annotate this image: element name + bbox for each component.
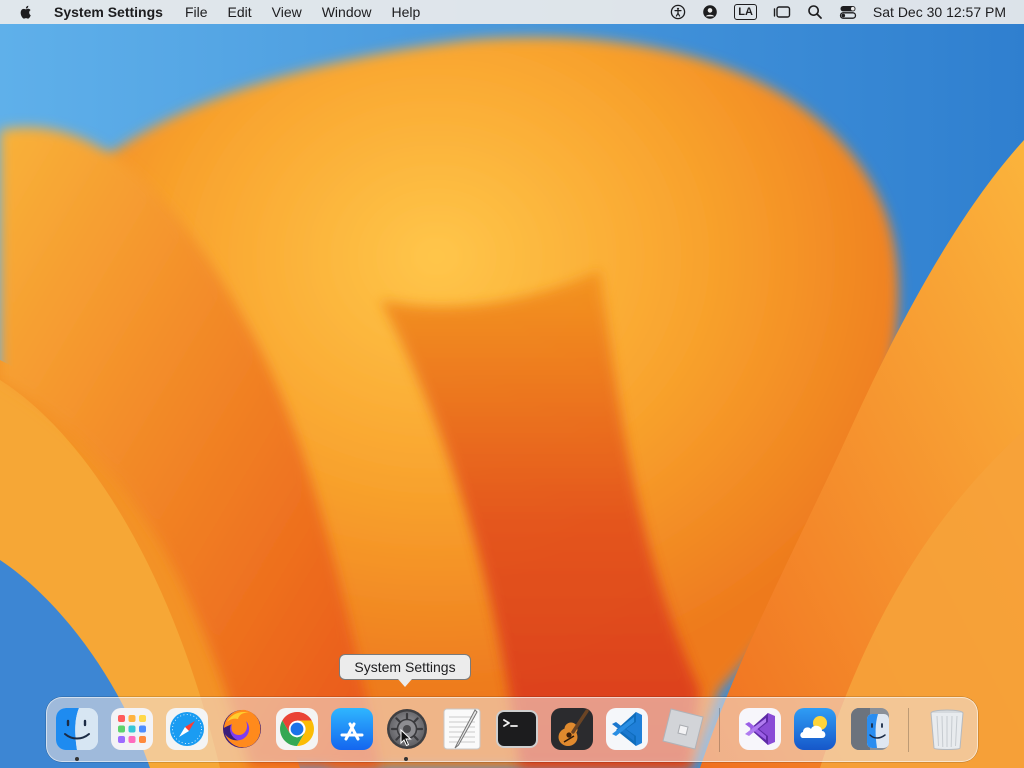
dock-item-textedit[interactable] [439,706,485,752]
menu-edit[interactable]: Edit [218,0,262,24]
user-account-icon[interactable] [702,0,718,24]
weather-icon [794,708,836,750]
spotlight-search-icon[interactable] [807,0,823,24]
dock-separator [908,708,909,752]
trash-icon [930,709,964,750]
dock-tooltip: System Settings [339,654,471,680]
desktop: System Settings File Edit View Window He… [0,0,1024,768]
system-settings-running-indicator [404,757,408,761]
migration-assistant-icon [851,708,889,750]
finder-running-indicator [75,757,79,761]
textedit-icon [443,708,481,750]
dock-item-weather[interactable] [792,706,838,752]
dock-item-chrome[interactable] [274,706,320,752]
firefox-icon [223,709,261,748]
dock [46,697,978,762]
finder-icon [56,708,98,750]
dock-item-app-store[interactable] [329,706,375,752]
vscode-icon [606,708,648,750]
chrome-icon [276,708,318,750]
menu-help[interactable]: Help [382,0,431,24]
menu-window[interactable]: Window [312,0,382,24]
dock-item-roblox[interactable] [659,706,705,752]
menu-file[interactable]: File [175,0,218,24]
input-source-indicator[interactable]: LA [734,4,757,20]
visual-studio-icon [739,708,781,750]
dock-item-launchpad[interactable] [109,706,155,752]
safari-icon [166,708,208,750]
dock-item-firefox[interactable] [219,706,265,752]
accessibility-icon[interactable] [670,0,686,24]
menu-clock[interactable]: Sat Dec 30 12:57 PM [873,4,1006,20]
dock-item-visual-studio[interactable] [737,706,783,752]
apple-menu-icon[interactable] [18,4,34,20]
stage-manager-icon[interactable] [773,0,791,24]
menu-view[interactable]: View [262,0,312,24]
menu-app-name[interactable]: System Settings [48,0,175,24]
app-store-icon [331,708,373,750]
dock-separator [719,708,720,752]
dock-item-migration-assistant[interactable] [847,706,893,752]
dock-item-garageband[interactable] [549,706,595,752]
dock-item-safari[interactable] [164,706,210,752]
dock-item-terminal[interactable] [494,706,540,752]
dock-item-vscode[interactable] [604,706,650,752]
menu-bar: System Settings File Edit View Window He… [0,0,1024,24]
launchpad-icon [111,708,153,750]
roblox-icon [662,708,704,750]
terminal-icon [496,710,538,748]
dock-tooltip-arrow [398,679,412,687]
control-center-icon[interactable] [839,0,857,24]
mouse-cursor-icon [400,729,412,747]
dock-item-finder[interactable] [54,706,100,752]
desktop-wallpaper [0,0,1024,768]
garageband-icon [551,708,593,750]
dock-item-trash[interactable] [924,706,970,752]
